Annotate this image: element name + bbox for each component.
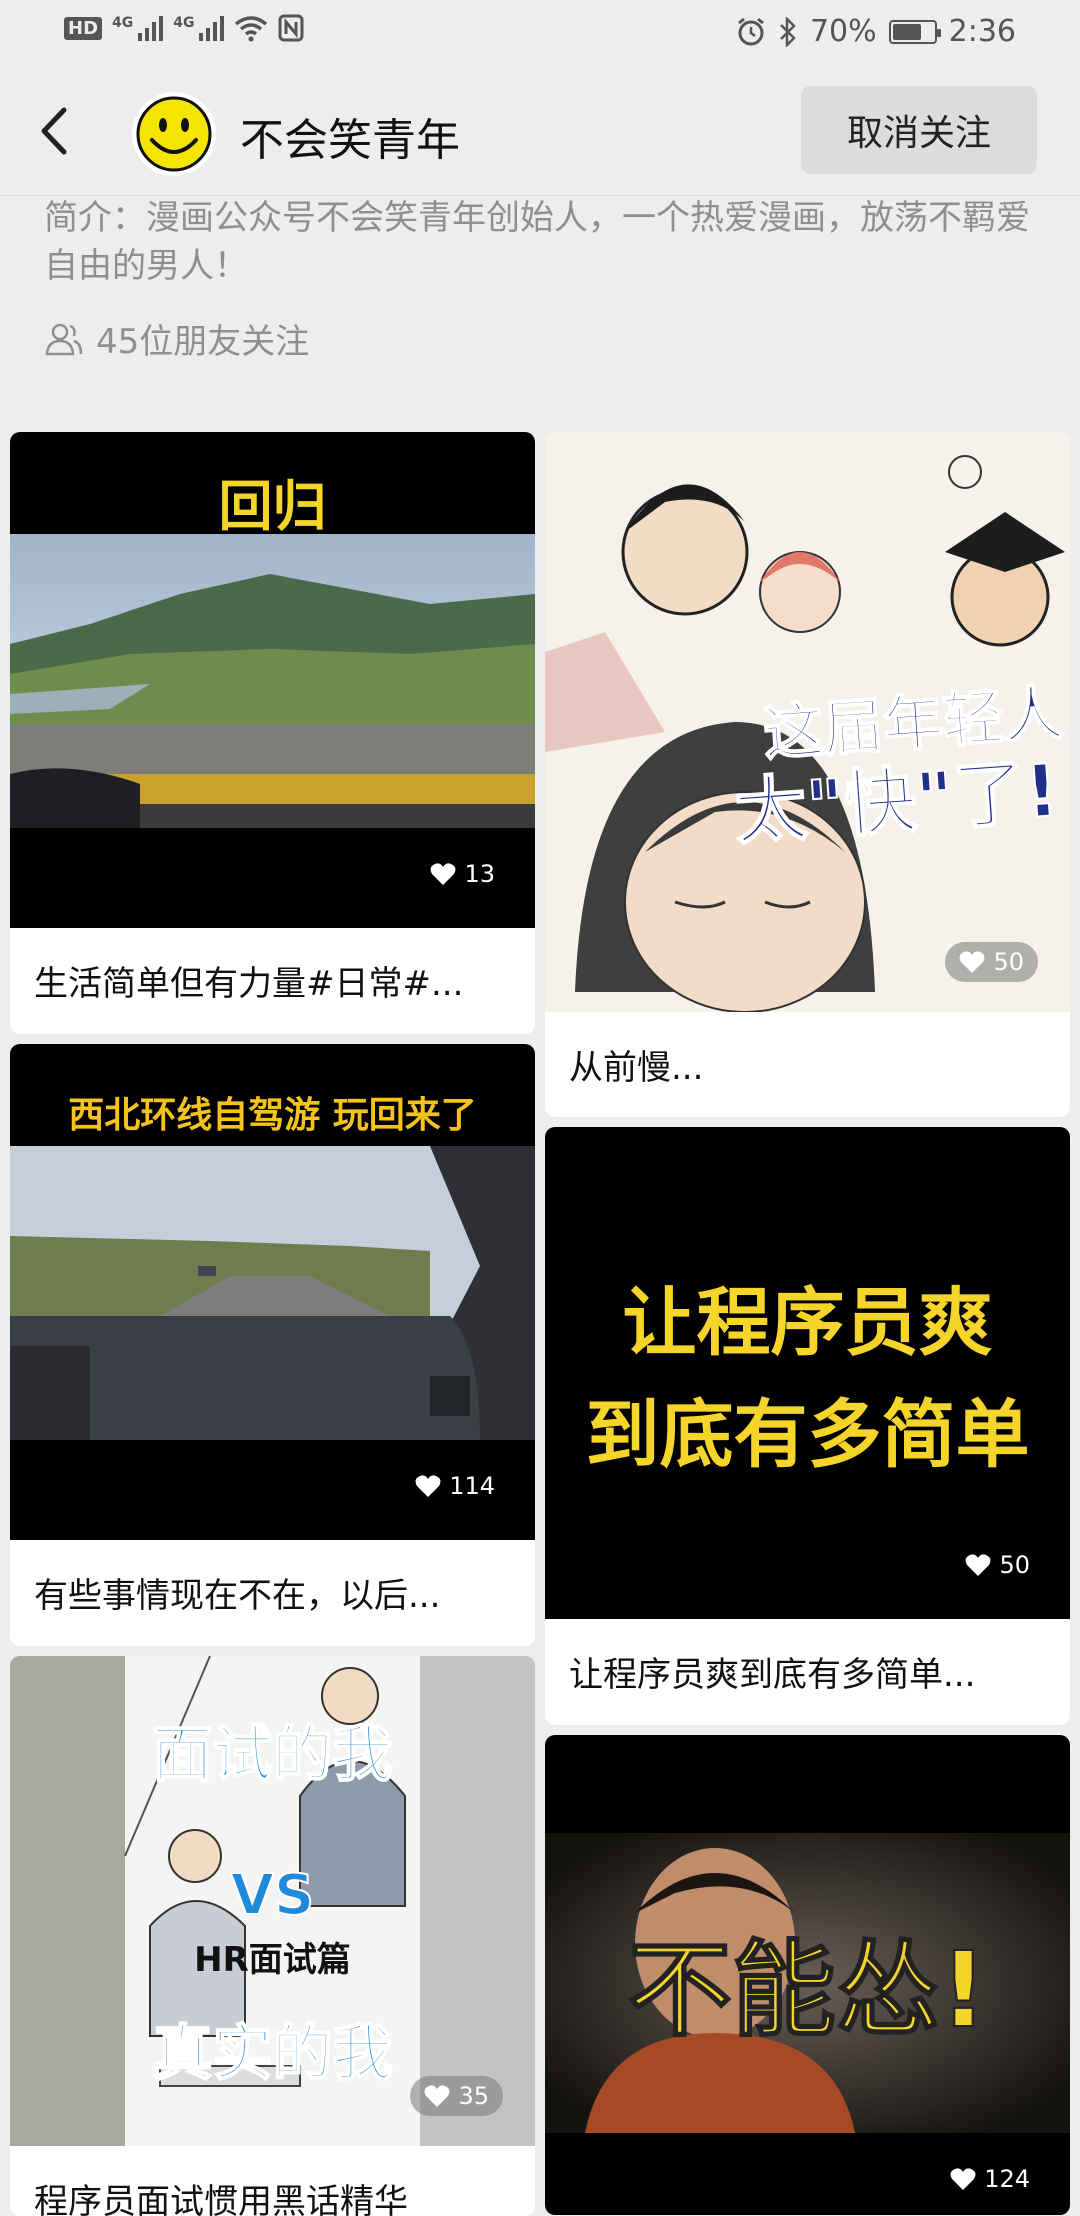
mountain-road-image — [10, 534, 535, 828]
profile-bio: 简介：漫画公众号不会笑青年创始人，一个热爱漫画，放荡不羁爱自由的男人！ — [44, 198, 1030, 286]
like-count: 124 — [950, 2165, 1030, 2193]
alarm-icon — [738, 17, 764, 45]
post-thumbnail: 不能怂! 124 — [545, 1735, 1070, 2215]
heart-icon — [424, 2085, 450, 2107]
heart-icon — [965, 1554, 991, 1576]
friends-icon — [45, 323, 83, 355]
post-card[interactable]: 西北环线自驾游 玩回来了 114 有些事情现在不在，以后... — [10, 1044, 535, 1646]
post-caption: 从前慢... — [569, 1048, 704, 1088]
battery-fill — [892, 23, 921, 40]
post-caption: 程序员面试惯用黑话精华 — [34, 2182, 408, 2216]
signal-icon: 4G — [112, 15, 164, 41]
clock: 2:36 — [948, 14, 1016, 49]
battery-icon — [888, 19, 941, 44]
heart-icon — [959, 951, 985, 973]
page-title: 不会笑青年 — [240, 115, 460, 166]
hd-badge: HD — [64, 16, 103, 40]
bluetooth-icon — [780, 16, 796, 47]
status-right: 70% 2:36 — [736, 14, 1016, 49]
post-card[interactable]: 不能怂! 124 — [545, 1735, 1070, 2215]
battery-percent: 70% — [809, 14, 877, 49]
back-arrow-icon[interactable] — [34, 106, 74, 156]
signal-icon-2: 4G — [173, 15, 225, 41]
post-thumbnail: 让程序员爽 到底有多简单 50 — [545, 1127, 1070, 1619]
heart-icon — [415, 1475, 441, 1497]
post-caption: 让程序员爽到底有多简单... — [569, 1655, 976, 1695]
post-card[interactable]: 面试的我 VS HR面试篇 真实的我 35 程序员面试惯用黑话精华 — [10, 1656, 535, 2216]
post-caption: 生活简单但有力量#日常#... — [34, 964, 464, 1004]
dashboard-road-image — [10, 1146, 535, 1440]
post-card[interactable]: 让程序员爽 到底有多简单 50 让程序员爽到底有多简单... — [545, 1127, 1070, 1725]
post-caption: 有些事情现在不在，以后... — [34, 1576, 441, 1616]
followers-count[interactable]: 45位朋友关注 — [44, 314, 309, 363]
post-card[interactable]: 这届年轻人 太"快"了! 50 从前慢... — [545, 432, 1070, 1117]
unfollow-button[interactable]: 取消关注 — [801, 86, 1037, 174]
heart-icon — [950, 2168, 976, 2190]
like-count: 50 — [965, 1551, 1030, 1579]
post-thumbnail: 这届年轻人 太"快"了! 50 — [545, 432, 1070, 1012]
followers-text: 45位朋友关注 — [96, 322, 310, 362]
thumbnail-title: 西北环线自驾游 玩回来了 — [68, 1095, 477, 1136]
thumbnail-title: 不能怂! — [627, 1928, 988, 2052]
avatar[interactable] — [132, 92, 216, 176]
thumbnail-title: 这届年轻人 太"快"了! — [731, 678, 1066, 856]
thumbnail-title: 面试的我 VS HR面试篇 真实的我 — [152, 1719, 394, 2090]
like-count: 35 — [410, 2076, 503, 2116]
nfc-icon — [278, 14, 304, 42]
post-card[interactable]: 回归 13 生活简单但有力量#日常#... — [10, 432, 535, 1034]
post-thumbnail: 回归 13 — [10, 432, 535, 928]
post-thumbnail: 面试的我 VS HR面试篇 真实的我 35 — [10, 1656, 535, 2146]
thumbnail-title: 让程序员爽 到底有多简单 — [585, 1280, 1030, 1478]
profile-header: 不会笑青年 取消关注 — [0, 66, 1080, 196]
thumbnail-title: 回归 — [218, 475, 327, 538]
smiley-face-icon — [136, 96, 212, 172]
status-left: HD 4G 4G — [64, 14, 304, 42]
like-count: 13 — [430, 860, 495, 888]
post-thumbnail: 西北环线自驾游 玩回来了 114 — [10, 1044, 535, 1540]
like-count: 114 — [415, 1472, 495, 1500]
heart-icon — [430, 863, 456, 885]
status-bar: HD 4G 4G 70% 2:36 — [0, 0, 1080, 66]
like-count: 50 — [945, 942, 1038, 982]
wifi-icon — [235, 16, 268, 42]
